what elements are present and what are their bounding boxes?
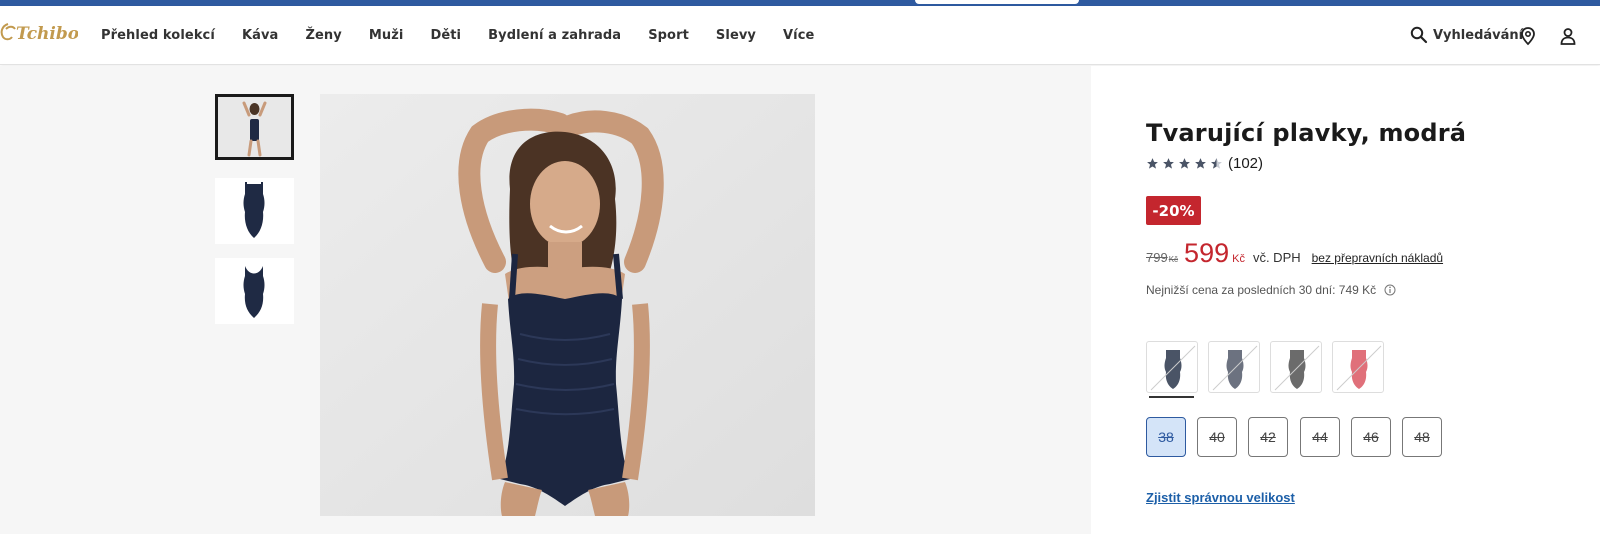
lowest-price-note: Nejnižší cena za posledních 30 dní: 749 … — [1146, 283, 1396, 297]
thumbnail-image — [243, 266, 265, 318]
old-price-currency: Kč — [1168, 255, 1179, 264]
size-button-38[interactable]: 38 — [1146, 417, 1186, 457]
review-count: (102) — [1228, 155, 1264, 172]
swatch-image — [1274, 345, 1320, 391]
nav-item-collections[interactable]: Přehled kolekcí — [101, 28, 215, 43]
thumbnail-image — [218, 97, 291, 157]
location-pin-icon[interactable] — [1518, 26, 1538, 46]
star-icon — [1195, 158, 1206, 169]
thumbnail-model-front[interactable] — [215, 94, 294, 160]
size-guide-link[interactable]: Zjistit správnou velikost — [1146, 490, 1295, 505]
current-price: 599 — [1184, 238, 1230, 268]
thumbnail-swimsuit-front[interactable] — [215, 178, 294, 244]
color-swatch-grey-blue[interactable] — [1208, 341, 1260, 393]
top-bar-tab — [915, 0, 1079, 4]
star-icon — [1147, 158, 1158, 169]
size-button-40[interactable]: 40 — [1197, 417, 1237, 457]
size-button-44[interactable]: 44 — [1300, 417, 1340, 457]
user-icon[interactable] — [1558, 26, 1578, 46]
size-button-42[interactable]: 42 — [1248, 417, 1288, 457]
main-nav: Přehled kolekcí Káva Ženy Muži Děti Bydl… — [101, 6, 841, 65]
color-swatch-navy[interactable] — [1146, 341, 1198, 393]
svg-text:Tchibo: Tchibo — [16, 24, 78, 44]
color-swatch-coral[interactable] — [1332, 341, 1384, 393]
search-button[interactable]: Vyhledávání — [1410, 26, 1523, 44]
swatch-image — [1212, 345, 1258, 391]
main-product-image[interactable] — [320, 94, 815, 516]
nav-item-sport[interactable]: Sport — [648, 28, 689, 43]
swatch-image — [1336, 345, 1382, 391]
nav-item-more[interactable]: Více — [783, 28, 814, 43]
selected-swatch-indicator — [1149, 396, 1194, 398]
nav-item-sale[interactable]: Slevy — [716, 28, 756, 43]
nav-item-kids[interactable]: Děti — [430, 28, 461, 43]
nav-item-men[interactable]: Muži — [369, 28, 404, 43]
color-swatch-dark-grey[interactable] — [1270, 341, 1322, 393]
nav-item-coffee[interactable]: Káva — [242, 28, 279, 43]
info-icon[interactable] — [1384, 284, 1396, 296]
swatch-image — [1150, 345, 1196, 391]
star-icon — [1163, 158, 1174, 169]
nav-item-women[interactable]: Ženy — [305, 28, 341, 43]
lowest-price-text: Nejnižší cena za posledních 30 dní: 749 … — [1146, 283, 1377, 297]
tchibo-logo[interactable]: Tchibo — [0, 20, 79, 46]
vat-note: vč. DPH — [1252, 250, 1301, 265]
thumbnail-swimsuit-back[interactable] — [215, 258, 294, 324]
site-header: Tchibo Přehled kolekcí Káva Ženy Muži Dě… — [0, 6, 1600, 65]
product-rating[interactable]: (102) — [1146, 155, 1263, 172]
model-photo — [320, 94, 815, 516]
old-price: 799 — [1146, 250, 1168, 265]
thumbnail-image — [243, 182, 265, 238]
product-title: Tvarující plavky, modrá — [1146, 119, 1467, 147]
logo-mark: Tchibo — [0, 23, 79, 44]
current-price-currency: Kč — [1232, 253, 1245, 265]
star-icon — [1179, 158, 1190, 169]
rating-stars — [1146, 157, 1223, 170]
price-row: 799 Kč 599 Kč vč. DPH bez přepravních ná… — [1146, 238, 1443, 269]
half-star-icon — [1211, 158, 1222, 169]
size-button-46[interactable]: 46 — [1351, 417, 1391, 457]
free-shipping-link[interactable]: bez přepravních nákladů — [1312, 251, 1443, 265]
nav-item-home-garden[interactable]: Bydlení a zahrada — [488, 28, 621, 43]
discount-badge: -20% — [1146, 196, 1201, 225]
size-button-48[interactable]: 48 — [1402, 417, 1442, 457]
search-icon — [1410, 26, 1428, 44]
search-label: Vyhledávání — [1433, 27, 1524, 43]
